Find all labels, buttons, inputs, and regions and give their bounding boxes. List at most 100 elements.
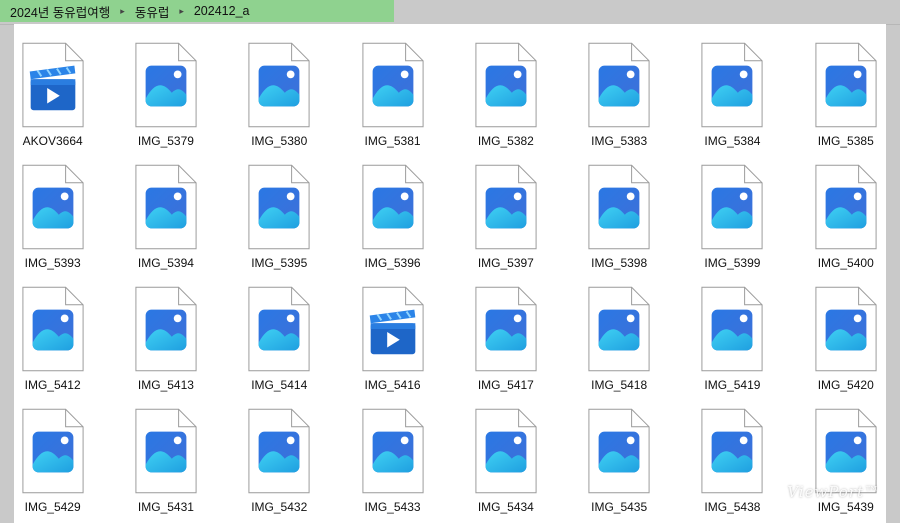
image-file-icon	[361, 42, 424, 128]
image-file-icon	[701, 164, 763, 250]
file-item[interactable]: IMG_5384	[676, 42, 789, 164]
image-file-icon	[815, 164, 877, 250]
image-file-icon	[588, 286, 650, 372]
file-item[interactable]: IMG_5400	[789, 164, 886, 286]
file-item[interactable]: IMG_5429	[14, 408, 109, 523]
breadcrumb-item-trip[interactable]: 2024년 동유럽여행	[10, 2, 110, 21]
file-name: IMG_5420	[817, 378, 874, 392]
image-file-icon	[701, 42, 763, 128]
image-file-icon	[588, 408, 650, 494]
image-file-icon	[248, 42, 310, 128]
breadcrumb-item-folder[interactable]: 202412_a	[194, 4, 250, 18]
file-name: IMG_5393	[24, 256, 81, 270]
file-item[interactable]: IMG_5413	[109, 286, 222, 408]
chevron-right-icon: ▸	[120, 5, 125, 16]
file-name: IMG_5395	[251, 256, 308, 270]
file-name: IMG_5431	[137, 500, 194, 514]
file-name: IMG_5412	[24, 378, 81, 392]
chevron-right-icon: ▸	[179, 5, 184, 16]
image-file-icon	[22, 164, 84, 250]
file-name: IMG_5433	[364, 500, 421, 514]
file-item[interactable]: IMG_5419	[676, 286, 789, 408]
file-item[interactable]: IMG_5396	[336, 164, 449, 286]
file-item[interactable]: IMG_5385	[789, 42, 886, 164]
file-item[interactable]: IMG_5432	[223, 408, 336, 523]
file-item[interactable]: IMG_5416	[336, 286, 449, 408]
image-file-icon	[248, 286, 310, 372]
file-item[interactable]: IMG_5418	[562, 286, 675, 408]
file-name: IMG_5380	[251, 134, 308, 148]
file-item[interactable]: IMG_5414	[223, 286, 336, 408]
file-item[interactable]: IMG_5382	[449, 42, 562, 164]
image-file-icon	[22, 408, 84, 494]
file-item[interactable]: IMG_5395	[223, 164, 336, 286]
file-view: AKOV3664 IMG_5379 IMG_5380 IMG_5381 IMG_5382…	[14, 24, 886, 523]
image-file-icon	[701, 286, 763, 372]
file-name: AKOV3664	[22, 134, 83, 148]
image-file-icon	[135, 286, 197, 372]
file-item[interactable]: IMG_5417	[449, 286, 562, 408]
file-item[interactable]: IMG_5379	[109, 42, 222, 164]
video-file-icon	[361, 286, 424, 372]
file-item[interactable]: IMG_5393	[14, 164, 109, 286]
image-file-icon	[815, 42, 877, 128]
file-name: IMG_5379	[137, 134, 194, 148]
file-item[interactable]: IMG_5420	[789, 286, 886, 408]
image-file-icon	[475, 164, 537, 250]
file-item[interactable]: IMG_5381	[336, 42, 449, 164]
address-bar: 2024년 동유럽여행 ▸ 동유럽 ▸ 202412_a	[0, 0, 900, 25]
file-name: IMG_5414	[251, 378, 308, 392]
file-name: IMG_5382	[477, 134, 534, 148]
file-name: IMG_5398	[591, 256, 648, 270]
file-name: IMG_5385	[817, 134, 874, 148]
file-grid: AKOV3664 IMG_5379 IMG_5380 IMG_5381 IMG_5382…	[14, 42, 886, 523]
file-name: IMG_5434	[477, 500, 534, 514]
image-file-icon	[475, 286, 537, 372]
file-item[interactable]: AKOV3664	[14, 42, 109, 164]
breadcrumb[interactable]: 2024년 동유럽여행 ▸ 동유럽 ▸ 202412_a	[0, 0, 394, 22]
image-file-icon	[815, 286, 877, 372]
file-item[interactable]: IMG_5412	[14, 286, 109, 408]
file-item[interactable]: IMG_5397	[449, 164, 562, 286]
video-file-icon	[22, 42, 84, 128]
file-item[interactable]: IMG_5383	[562, 42, 675, 164]
image-file-icon	[361, 408, 424, 494]
image-file-icon	[135, 408, 197, 494]
file-item[interactable]: IMG_5380	[223, 42, 336, 164]
file-item[interactable]: IMG_5394	[109, 164, 222, 286]
file-item[interactable]: IMG_5433	[336, 408, 449, 523]
file-item[interactable]: IMG_5438	[676, 408, 789, 523]
file-item[interactable]: IMG_5399	[676, 164, 789, 286]
file-name: IMG_5399	[704, 256, 761, 270]
file-name: IMG_5416	[364, 378, 421, 392]
breadcrumb-item-region[interactable]: 동유럽	[135, 2, 170, 21]
file-item[interactable]: IMG_5435	[562, 408, 675, 523]
file-name: IMG_5394	[137, 256, 194, 270]
file-name: IMG_5438	[704, 500, 761, 514]
image-file-icon	[701, 408, 763, 494]
file-name: IMG_5417	[477, 378, 534, 392]
image-file-icon	[588, 42, 650, 128]
file-item[interactable]: IMG_5398	[562, 164, 675, 286]
file-name: IMG_5397	[477, 256, 534, 270]
image-file-icon	[135, 42, 197, 128]
file-name: IMG_5400	[817, 256, 874, 270]
image-file-icon	[135, 164, 197, 250]
image-file-icon	[475, 408, 537, 494]
file-item[interactable]: IMG_5431	[109, 408, 222, 523]
image-file-icon	[361, 164, 424, 250]
file-name: IMG_5419	[704, 378, 761, 392]
file-item[interactable]: IMG_5434	[449, 408, 562, 523]
file-item[interactable]: IMG_5439	[789, 408, 886, 523]
file-name: IMG_5429	[24, 500, 81, 514]
file-name: IMG_5396	[364, 256, 421, 270]
file-name: IMG_5418	[591, 378, 648, 392]
file-name: IMG_5381	[364, 134, 421, 148]
image-file-icon	[588, 164, 650, 250]
image-file-icon	[248, 164, 310, 250]
image-file-icon	[248, 408, 310, 494]
file-name: IMG_5432	[251, 500, 308, 514]
file-name: IMG_5435	[591, 500, 648, 514]
file-name: IMG_5383	[591, 134, 648, 148]
image-file-icon	[475, 42, 537, 128]
